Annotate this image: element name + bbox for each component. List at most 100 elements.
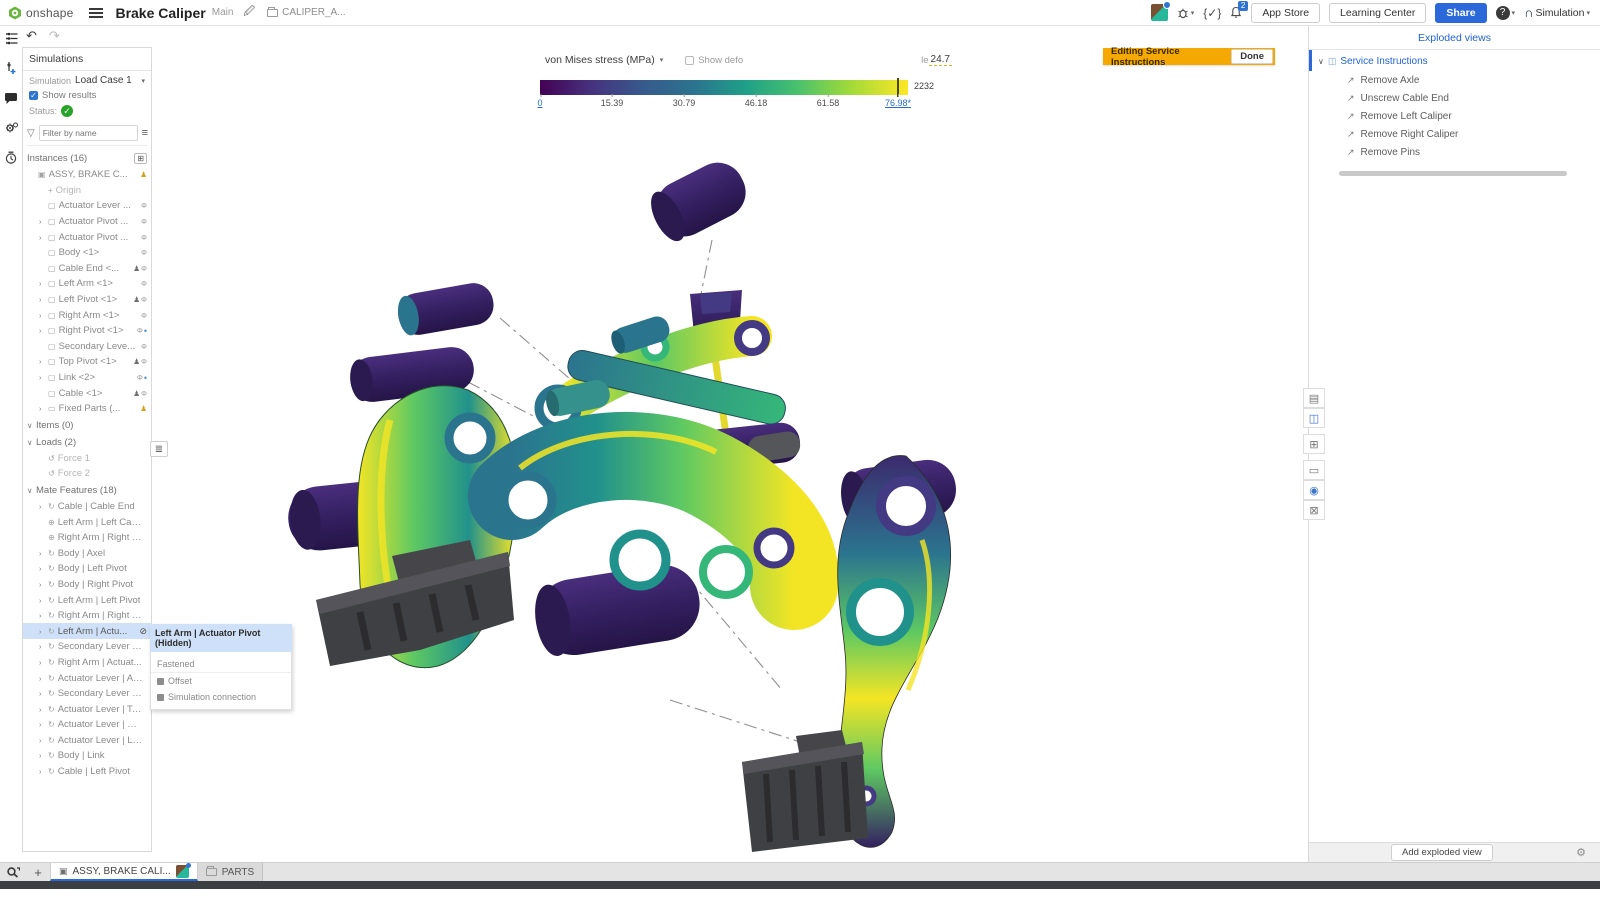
mate-features-header[interactable]: ∨ Mate Features (18) (23, 482, 151, 499)
named-positions-panel-icon[interactable]: ⊞ (1303, 434, 1325, 454)
mate-row[interactable]: › ↻ Body | Axel (23, 545, 151, 561)
mate-row[interactable]: › ↻ Cable | Left Pivot (23, 764, 151, 780)
show-deformation-control[interactable]: Show defo (685, 55, 743, 66)
tree-row[interactable]: ▣ ASSY, BRAKE C... ♟ (23, 167, 151, 183)
user-avatar[interactable] (1151, 4, 1168, 21)
display-states-panel-icon[interactable]: ▭ (1303, 460, 1325, 480)
part-right-brake-pad[interactable] (742, 730, 868, 852)
notifications-button[interactable]: 2 (1230, 6, 1242, 19)
load-row[interactable]: ↺ Force 1 (23, 451, 151, 467)
learning-center-button[interactable]: Learning Center (1329, 3, 1426, 23)
filter-input[interactable] (39, 125, 138, 141)
add-tab-button[interactable]: + (26, 863, 50, 881)
expand-chevron-icon[interactable]: › (39, 642, 45, 651)
branch-label[interactable]: Main (212, 7, 234, 18)
expand-chevron-icon[interactable]: › (39, 404, 45, 413)
expand-chevron-icon[interactable]: › (39, 674, 45, 683)
expand-chevron-icon[interactable]: › (39, 736, 45, 745)
expand-chevron-icon[interactable]: › (39, 751, 45, 760)
expand-chevron-icon[interactable]: › (39, 767, 45, 776)
main-menu-icon[interactable] (89, 6, 103, 20)
3d-viewport[interactable]: von Mises stress (MPa) ▾ Show defo Editi… (152, 26, 1305, 862)
add-exploded-view-button[interactable]: Add exploded view (1391, 844, 1493, 861)
tree-structure-toggle-button[interactable]: ≣ (150, 441, 168, 457)
help-menu[interactable]: ? ▾ (1496, 6, 1516, 20)
show-results-checkbox[interactable]: ✓ (29, 91, 38, 100)
expand-chevron-icon[interactable]: › (39, 326, 45, 335)
mate-row[interactable]: › ↻ Body | Right Pivot (23, 577, 151, 593)
tab-parts[interactable]: PARTS (198, 863, 263, 881)
show-deformation-checkbox[interactable] (685, 56, 694, 65)
search-tabs-button[interactable] (0, 863, 26, 881)
expand-chevron-icon[interactable]: › (39, 357, 45, 366)
tab-assembly[interactable]: ▣ ASSY, BRAKE CALI... (50, 863, 198, 881)
mate-row[interactable]: › ↻ Body | Left Pivot (23, 561, 151, 577)
appearance-panel-icon[interactable]: ▤ (1303, 388, 1325, 408)
expand-chevron-icon[interactable]: › (39, 311, 45, 320)
result-field-select[interactable]: von Mises stress (MPa) ▾ (545, 54, 663, 66)
tree-row[interactable]: ▢ Cable <1> ♟Φ (23, 385, 151, 401)
tree-row[interactable]: › ▢ Left Pivot <1> ♟Φ (23, 292, 151, 308)
add-study-icon[interactable] (3, 60, 19, 76)
mate-row[interactable]: › ↻ Actuator Lever | To... (23, 701, 151, 717)
expand-chevron-icon[interactable]: › (39, 611, 45, 620)
part-top-axle[interactable] (644, 154, 755, 247)
gear-icon[interactable]: ⚙ (1576, 846, 1586, 859)
export-panel-icon[interactable]: ⊠ (1303, 500, 1325, 520)
expand-chevron-icon[interactable]: › (39, 705, 45, 714)
app-store-button[interactable]: App Store (1251, 3, 1320, 23)
expand-chevron-icon[interactable]: › (39, 689, 45, 698)
tree-row[interactable]: › ▢ Actuator Pivot ... Φ (23, 229, 151, 245)
explode-slider[interactable] (1339, 171, 1567, 176)
expand-chevron-icon[interactable]: › (39, 564, 45, 573)
mate-row[interactable]: › ↻ Actuator Lever | Ca... (23, 717, 151, 733)
mate-row[interactable]: ⊕ Left Arm | Left Carr... (23, 514, 151, 530)
tree-row[interactable]: › ▢ Link <2> Φ• (23, 370, 151, 386)
exploded-step[interactable]: ↗ Remove Pins (1309, 143, 1600, 161)
redo-button[interactable]: ↷ (49, 28, 60, 44)
part-small-pin-2[interactable] (544, 378, 612, 419)
mate-row[interactable]: › ↻ Cable | Cable End (23, 499, 151, 515)
mate-row[interactable]: › ↻ Left Arm | Left Pivot (23, 592, 151, 608)
instances-header[interactable]: Instances (16) ⊞ (23, 150, 151, 167)
show-results-row[interactable]: ✓ Show results (23, 86, 151, 101)
expand-chevron-icon[interactable]: › (39, 627, 45, 636)
expand-chevron-icon[interactable]: › (39, 295, 45, 304)
expand-chevron-icon[interactable]: › (39, 658, 45, 667)
mate-row[interactable]: ⊕ Right Arm | Right C... (23, 530, 151, 546)
document-tab[interactable]: CALIPER_A... (267, 7, 345, 18)
expand-chevron-icon[interactable]: › (39, 549, 45, 558)
exploded-step[interactable]: ↗ Remove Right Caliper (1309, 125, 1600, 143)
tree-row[interactable]: › ▢ Right Arm <1> Φ (23, 307, 151, 323)
mate-row[interactable]: › ↻ Left Arm | Actu... ⊘ (23, 623, 151, 639)
mate-row[interactable]: › ↻ Actuator Lever | Ac... (23, 670, 151, 686)
done-button[interactable]: Done (1231, 49, 1273, 64)
mate-row[interactable]: › ↻ Secondary Lever | ... (23, 639, 151, 655)
deformation-scale-value[interactable]: 24.7 (929, 54, 952, 66)
simulation-select-row[interactable]: Simulation Load Case 1 ▾ (23, 71, 151, 86)
exploded-step[interactable]: ↗ Remove Axle (1309, 71, 1600, 89)
expand-chevron-icon[interactable]: › (39, 217, 45, 226)
link-icon[interactable]: 🖉 (243, 3, 255, 22)
onshape-logo[interactable]: onshape (8, 6, 73, 20)
mate-row[interactable]: › ↻ Right Arm | Actuat... (23, 655, 151, 671)
tree-row[interactable]: › ▭ Fixed Parts (... ♟ (23, 401, 151, 417)
tree-row[interactable]: ▢ Body <1> Φ (23, 245, 151, 261)
part-pin-a[interactable] (395, 280, 497, 338)
versions-button[interactable]: {✓} (1203, 6, 1221, 20)
history-icon[interactable] (3, 150, 19, 166)
items-header[interactable]: ∨ Items (0) (23, 417, 151, 434)
simulation-panel-icon[interactable] (3, 30, 19, 46)
account-menu[interactable]: ∩ Simulation ▾ (1524, 5, 1590, 20)
tree-row[interactable]: ▢ Actuator Lever ... Φ (23, 198, 151, 214)
expand-chevron-icon[interactable]: ∨ (1318, 57, 1324, 66)
expand-chevron-icon[interactable]: › (39, 580, 45, 589)
part-left-brake-pad[interactable] (316, 540, 514, 666)
tree-row[interactable]: › ▢ Top Pivot <1> ♟Φ (23, 354, 151, 370)
settings-help-icon[interactable] (3, 120, 19, 136)
undo-button[interactable]: ↶ (26, 28, 37, 44)
comments-icon[interactable] (3, 90, 19, 106)
mate-row[interactable]: › ↻ Body | Link (23, 748, 151, 764)
expand-chevron-icon[interactable]: › (39, 279, 45, 288)
mate-row[interactable]: › ↻ Actuator Lever | Link (23, 733, 151, 749)
